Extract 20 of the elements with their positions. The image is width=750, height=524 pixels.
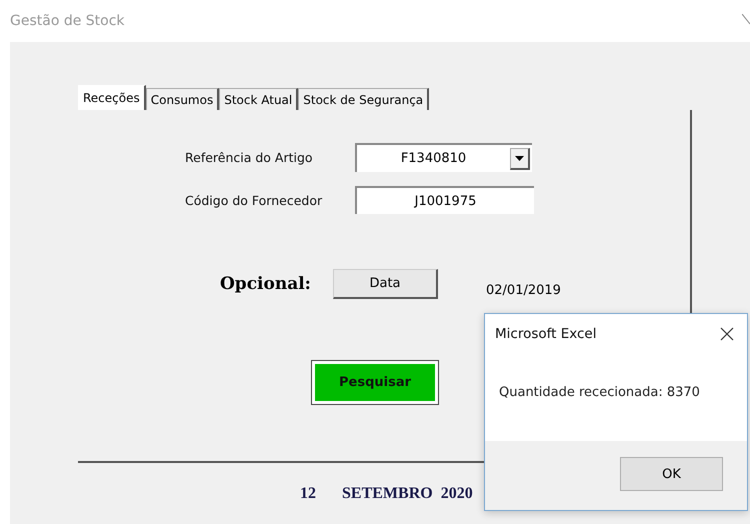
day-text: 12 [300, 485, 316, 503]
dialog-title: Microsoft Excel [495, 326, 596, 342]
window-title: Gestão de Stock [10, 13, 125, 29]
tab[interactable]: Receções [78, 85, 146, 110]
close-icon[interactable] [720, 327, 734, 341]
optional-label: Opcional: [220, 274, 312, 294]
field-label: Referência do Artigo [185, 150, 314, 165]
field-label: Código do Fornecedor [185, 192, 324, 208]
supplier-field[interactable]: J1001975 [355, 186, 534, 214]
month-year-text: SETEMBRO 2020 [342, 485, 473, 503]
tab[interactable]: Stock Atual [219, 88, 298, 110]
date-button[interactable]: Data [333, 269, 438, 299]
dialog-message: Quantidade rececionada: 8370 [499, 385, 701, 400]
search-button[interactable]: Pesquisar [312, 361, 438, 404]
article-dropdown[interactable]: F1340810 [355, 143, 532, 172]
dropdown-arrow-icon [515, 156, 524, 160]
tab[interactable]: Stock de Segurança [298, 88, 430, 110]
tab[interactable]: Consumos [146, 88, 220, 110]
ok-button[interactable]: OK [620, 457, 723, 491]
date-value: 02/01/2019 [486, 282, 561, 298]
